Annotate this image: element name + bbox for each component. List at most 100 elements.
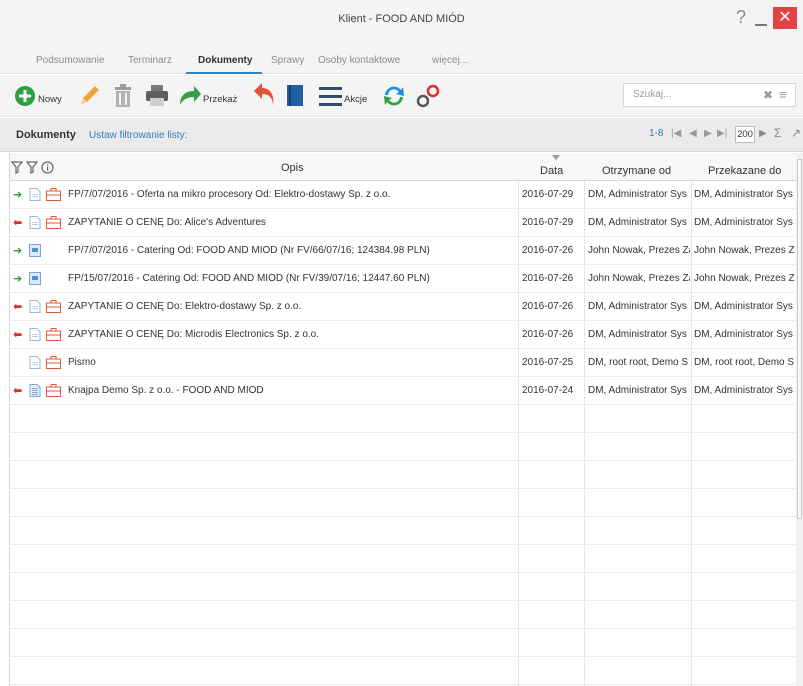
table-row[interactable]: ➜ FP/7/07/2016 - Catering Od: FOOD AND MI… bbox=[10, 237, 796, 265]
search-options-icon[interactable]: ≡ bbox=[779, 87, 787, 102]
empty-row bbox=[10, 629, 796, 657]
refresh-icon bbox=[384, 86, 404, 106]
filter-icon[interactable] bbox=[11, 161, 23, 174]
link-button[interactable] bbox=[416, 83, 440, 109]
page-size-arrow-icon[interactable]: ▶ bbox=[759, 128, 767, 139]
next-page-icon[interactable]: ▶ bbox=[704, 128, 712, 139]
cell-date: 2016-07-26 bbox=[522, 329, 574, 340]
empty-row bbox=[10, 573, 796, 601]
cell-description: FP/7/07/2016 - Catering Od: FOOD AND MIÓ… bbox=[68, 245, 430, 256]
doc-icon bbox=[29, 272, 41, 288]
briefcase-icon bbox=[46, 300, 61, 313]
forward-button-label: Przekaż bbox=[203, 94, 238, 105]
cell-received-from: DM, Administrator Sys bbox=[588, 217, 687, 228]
table-row[interactable]: ➜ FP/7/07/2016 - Oferta na mikro procesor… bbox=[10, 181, 796, 209]
briefcase-icon bbox=[46, 384, 61, 397]
table-row[interactable]: ⬅ ZAPYTANIE O CENĘ Do: Microdis Electroni… bbox=[10, 321, 796, 349]
case-icon bbox=[46, 328, 61, 344]
case-icon bbox=[46, 188, 61, 204]
table-row[interactable]: ➜ FP/15/07/2016 - Catering Od: FOOD AND M… bbox=[10, 265, 796, 293]
sum-icon[interactable]: Σ bbox=[774, 126, 781, 140]
cell-received-from: John Nowak, Prezes Za bbox=[588, 245, 690, 256]
tab-dokumenty[interactable]: Dokumenty bbox=[198, 55, 252, 66]
cell-date: 2016-07-26 bbox=[522, 245, 574, 256]
cell-received-from: DM, root root, Demo S bbox=[588, 357, 689, 368]
refresh-button[interactable] bbox=[381, 83, 407, 109]
doc-icon bbox=[29, 328, 41, 344]
cell-description: ZAPYTANIE O CENĘ Do: Microdis Electronic… bbox=[68, 329, 319, 340]
window-title: Klient - FOOD AND MIÓD bbox=[338, 13, 465, 25]
documents-table: Opis Data Otrzymane od Przekazane do ➜ FP… bbox=[9, 153, 796, 686]
new-button-label: Nowy bbox=[38, 94, 62, 105]
info-icon[interactable] bbox=[41, 161, 54, 174]
case-icon bbox=[46, 384, 61, 400]
empty-row bbox=[10, 461, 796, 489]
outgoing-arrow-icon: ⬅ bbox=[13, 217, 23, 229]
cell-forwarded-to: DM, Administrator Sys bbox=[694, 385, 793, 396]
cell-date: 2016-07-26 bbox=[522, 273, 574, 284]
minimize-button[interactable] bbox=[753, 9, 769, 29]
empty-row bbox=[10, 545, 796, 573]
empty-row bbox=[10, 489, 796, 517]
doc-icon bbox=[29, 300, 41, 316]
table-row[interactable]: Pismo 2016-07-25 DM, root root, Demo S DM, … bbox=[10, 349, 796, 377]
help-button[interactable]: ? bbox=[734, 7, 748, 28]
first-page-icon[interactable]: |◀ bbox=[671, 128, 681, 139]
print-button[interactable] bbox=[145, 83, 169, 109]
vertical-scrollbar[interactable] bbox=[796, 153, 803, 686]
menu-lines-icon bbox=[319, 87, 342, 106]
wrench-icon[interactable]: ↗ bbox=[791, 126, 801, 140]
sort-descending-icon bbox=[552, 155, 560, 160]
incoming-arrow-icon: ➜ bbox=[13, 273, 23, 285]
cell-forwarded-to: DM, Administrator Sys bbox=[694, 329, 793, 340]
document-lines-icon bbox=[29, 384, 41, 397]
column-header-forwarded-to[interactable]: Przekazane do bbox=[708, 165, 781, 177]
column-header-opis[interactable]: Opis bbox=[281, 162, 304, 174]
cell-received-from: DM, Administrator Sys bbox=[588, 385, 687, 396]
cell-date: 2016-07-24 bbox=[522, 385, 574, 396]
tab-bar: Podsumowanie Terminarz Dokumenty Sprawy … bbox=[0, 40, 803, 74]
clear-search-icon[interactable]: ✖ bbox=[763, 88, 773, 102]
document-icon bbox=[29, 188, 41, 201]
cell-date: 2016-07-29 bbox=[522, 217, 574, 228]
case-icon bbox=[46, 216, 61, 232]
forward-arrow-icon bbox=[180, 86, 201, 105]
title-bar: Klient - FOOD AND MIÓD ? ✕ bbox=[0, 0, 803, 40]
page-size-input[interactable]: 200 bbox=[735, 126, 755, 143]
outgoing-arrow-icon: ⬅ bbox=[13, 329, 23, 341]
tab-sprawy[interactable]: Sprawy bbox=[271, 55, 304, 66]
scrollbar-thumb[interactable] bbox=[797, 159, 802, 519]
tab-wiecej[interactable]: więcej... bbox=[432, 55, 468, 66]
edit-button[interactable] bbox=[77, 83, 103, 109]
book-icon bbox=[287, 85, 303, 106]
tab-podsumowanie[interactable]: Podsumowanie bbox=[36, 55, 104, 66]
briefcase-icon bbox=[46, 356, 61, 369]
doc-icon bbox=[29, 216, 41, 232]
cell-forwarded-to: DM, root root, Demo S bbox=[694, 357, 795, 368]
tab-osoby-kontaktowe[interactable]: Osoby kontaktowe bbox=[318, 55, 400, 66]
set-filter-link[interactable]: Ustaw filtrowanie listy: bbox=[89, 130, 187, 141]
search-input[interactable] bbox=[633, 89, 743, 100]
document-icon bbox=[29, 216, 41, 229]
trash-icon bbox=[115, 84, 131, 107]
column-header-data[interactable]: Data bbox=[540, 165, 563, 177]
pencil-icon bbox=[81, 86, 99, 104]
delete-button[interactable] bbox=[113, 83, 135, 109]
table-row[interactable]: ⬅ Knajpa Demo Sp. z o.o. - FOOD AND MIÓD 2… bbox=[10, 377, 796, 405]
table-row[interactable]: ⬅ ZAPYTANIE O CENĘ Do: Elektro-dostawy Sp… bbox=[10, 293, 796, 321]
tab-terminarz[interactable]: Terminarz bbox=[128, 55, 172, 66]
toolbar: Nowy Przekaż Akcje Szukaj... ✖ ≡ bbox=[0, 75, 803, 117]
filter-icon[interactable] bbox=[26, 161, 38, 174]
case-icon bbox=[46, 356, 61, 372]
last-page-icon[interactable]: ▶| bbox=[717, 128, 727, 139]
doc-icon bbox=[29, 384, 41, 400]
book-button[interactable] bbox=[287, 83, 307, 109]
close-button[interactable]: ✕ bbox=[773, 7, 797, 29]
table-row[interactable]: ⬅ ZAPYTANIE O CENĘ Do: Alice's Adventures… bbox=[10, 209, 796, 237]
reply-button[interactable] bbox=[253, 83, 277, 109]
prev-page-icon[interactable]: ◀ bbox=[689, 128, 697, 139]
case-icon bbox=[46, 300, 61, 316]
column-header-received-from[interactable]: Otrzymane od bbox=[602, 165, 671, 177]
chain-link-icon bbox=[416, 84, 440, 108]
empty-row bbox=[10, 601, 796, 629]
